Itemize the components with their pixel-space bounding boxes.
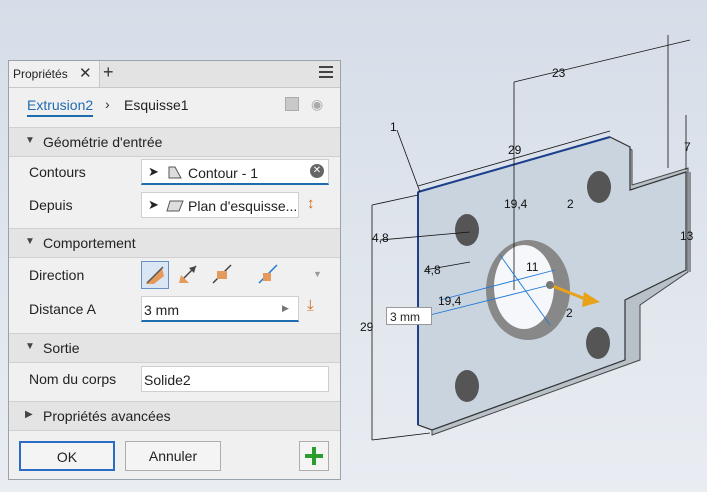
dim-13[interactable]: 13 — [680, 229, 693, 243]
body-name-input[interactable]: Solide2 — [141, 366, 329, 392]
menu-icon[interactable] — [319, 66, 333, 78]
dim-11[interactable]: 11 — [526, 260, 538, 274]
hole-bottom-right — [586, 327, 610, 359]
apply-button[interactable] — [299, 441, 329, 471]
play-icon[interactable]: ▶ — [282, 303, 289, 314]
viewport-distance-input[interactable]: 3 mm — [386, 307, 432, 325]
chevron-down-icon: ▼ — [25, 341, 35, 352]
chevron-down-icon[interactable]: ▼ — [313, 269, 322, 279]
section-input-geometry[interactable]: ▼ Géométrie d'entrée — [9, 127, 340, 157]
contour-shape-icon — [168, 166, 182, 179]
distance-value: 3 mm — [144, 302, 179, 318]
cube-icon[interactable] — [285, 97, 299, 111]
dim-4-8-left[interactable]: 4,8 — [372, 231, 389, 245]
ok-button[interactable]: OK — [19, 441, 115, 471]
clear-icon[interactable]: ✕ — [310, 164, 324, 178]
flip-icon[interactable]: ↕ — [307, 195, 315, 212]
plus-icon — [305, 447, 323, 465]
dim-7[interactable]: 7 — [684, 140, 691, 154]
body-name-value: Solide2 — [144, 372, 191, 388]
hole-bottom-left — [455, 370, 479, 402]
depuis-value: Plan d'esquisse... — [188, 198, 298, 214]
dim-4-8-inner[interactable]: 4,8 — [424, 263, 441, 277]
distance-target-icon[interactable]: ⤓ — [307, 297, 314, 314]
tab-properties[interactable]: Propriétés ✕ — [9, 61, 100, 87]
depuis-label: Depuis — [29, 197, 73, 213]
dim-19-4-top[interactable]: 19,4 — [504, 197, 527, 211]
section-title: Comportement — [43, 235, 136, 251]
eye-icon[interactable]: ◉ — [311, 96, 323, 113]
dim-2-bottom[interactable]: 2 — [566, 306, 573, 320]
direction-label: Direction — [29, 267, 85, 283]
plus-icon[interactable]: + — [103, 62, 114, 83]
dim-2-top[interactable]: 2 — [567, 197, 574, 211]
cancel-button[interactable]: Annuler — [125, 441, 221, 471]
chevron-right-icon: › — [105, 96, 110, 112]
properties-panel: Propriétés ✕ + Extrusion2 › Esquisse1 ◉ … — [8, 60, 341, 480]
hole-top-right — [587, 171, 611, 203]
dim-29-left[interactable]: 29 — [360, 320, 373, 334]
section-title: Géométrie d'entrée — [43, 134, 163, 150]
dim-19-4-left[interactable]: 19,4 — [438, 294, 461, 308]
tab-label: Propriétés — [13, 67, 68, 81]
chevron-down-icon: ▼ — [25, 135, 35, 146]
distance-input[interactable]: 3 mm ▶ — [141, 296, 299, 322]
close-icon[interactable]: ✕ — [79, 64, 92, 82]
chevron-down-icon: ▼ — [25, 236, 35, 247]
dim-29-top[interactable]: 29 — [508, 143, 521, 157]
section-title: Sortie — [43, 340, 80, 356]
hole-top-left — [455, 214, 479, 246]
direction-default-button[interactable] — [141, 261, 169, 289]
breadcrumb-feature[interactable]: Extrusion2 — [27, 97, 94, 117]
direction-asymmetric-button[interactable] — [255, 261, 283, 289]
direction-flipped-button[interactable] — [175, 261, 203, 289]
depuis-field[interactable]: ➤ Plan d'esquisse... — [141, 192, 299, 218]
dim-23[interactable]: 23 — [552, 66, 565, 80]
section-title: Propriétés avancées — [43, 408, 171, 424]
body-name-label: Nom du corps — [29, 371, 117, 387]
contours-value: Contour - 1 — [188, 165, 259, 181]
breadcrumb: Extrusion2 › Esquisse1 ◉ — [9, 88, 340, 122]
cursor-icon: ➤ — [148, 197, 159, 212]
contours-field[interactable]: ➤ Contour - 1 ✕ — [141, 159, 329, 185]
contours-label: Contours — [29, 164, 86, 180]
distance-label: Distance A — [29, 301, 96, 317]
cursor-icon: ➤ — [148, 164, 159, 179]
section-advanced[interactable]: ▶ Propriétés avancées — [9, 401, 340, 431]
direction-symmetric-button[interactable] — [209, 261, 237, 289]
section-output[interactable]: ▼ Sortie — [9, 333, 340, 363]
dim-1[interactable]: 1 — [390, 120, 397, 134]
plane-icon — [166, 200, 184, 212]
chevron-right-icon: ▶ — [25, 409, 33, 420]
breadcrumb-sketch[interactable]: Esquisse1 — [124, 97, 189, 113]
section-behavior[interactable]: ▼ Comportement — [9, 228, 340, 258]
tab-bar: Propriétés ✕ + — [9, 61, 340, 88]
